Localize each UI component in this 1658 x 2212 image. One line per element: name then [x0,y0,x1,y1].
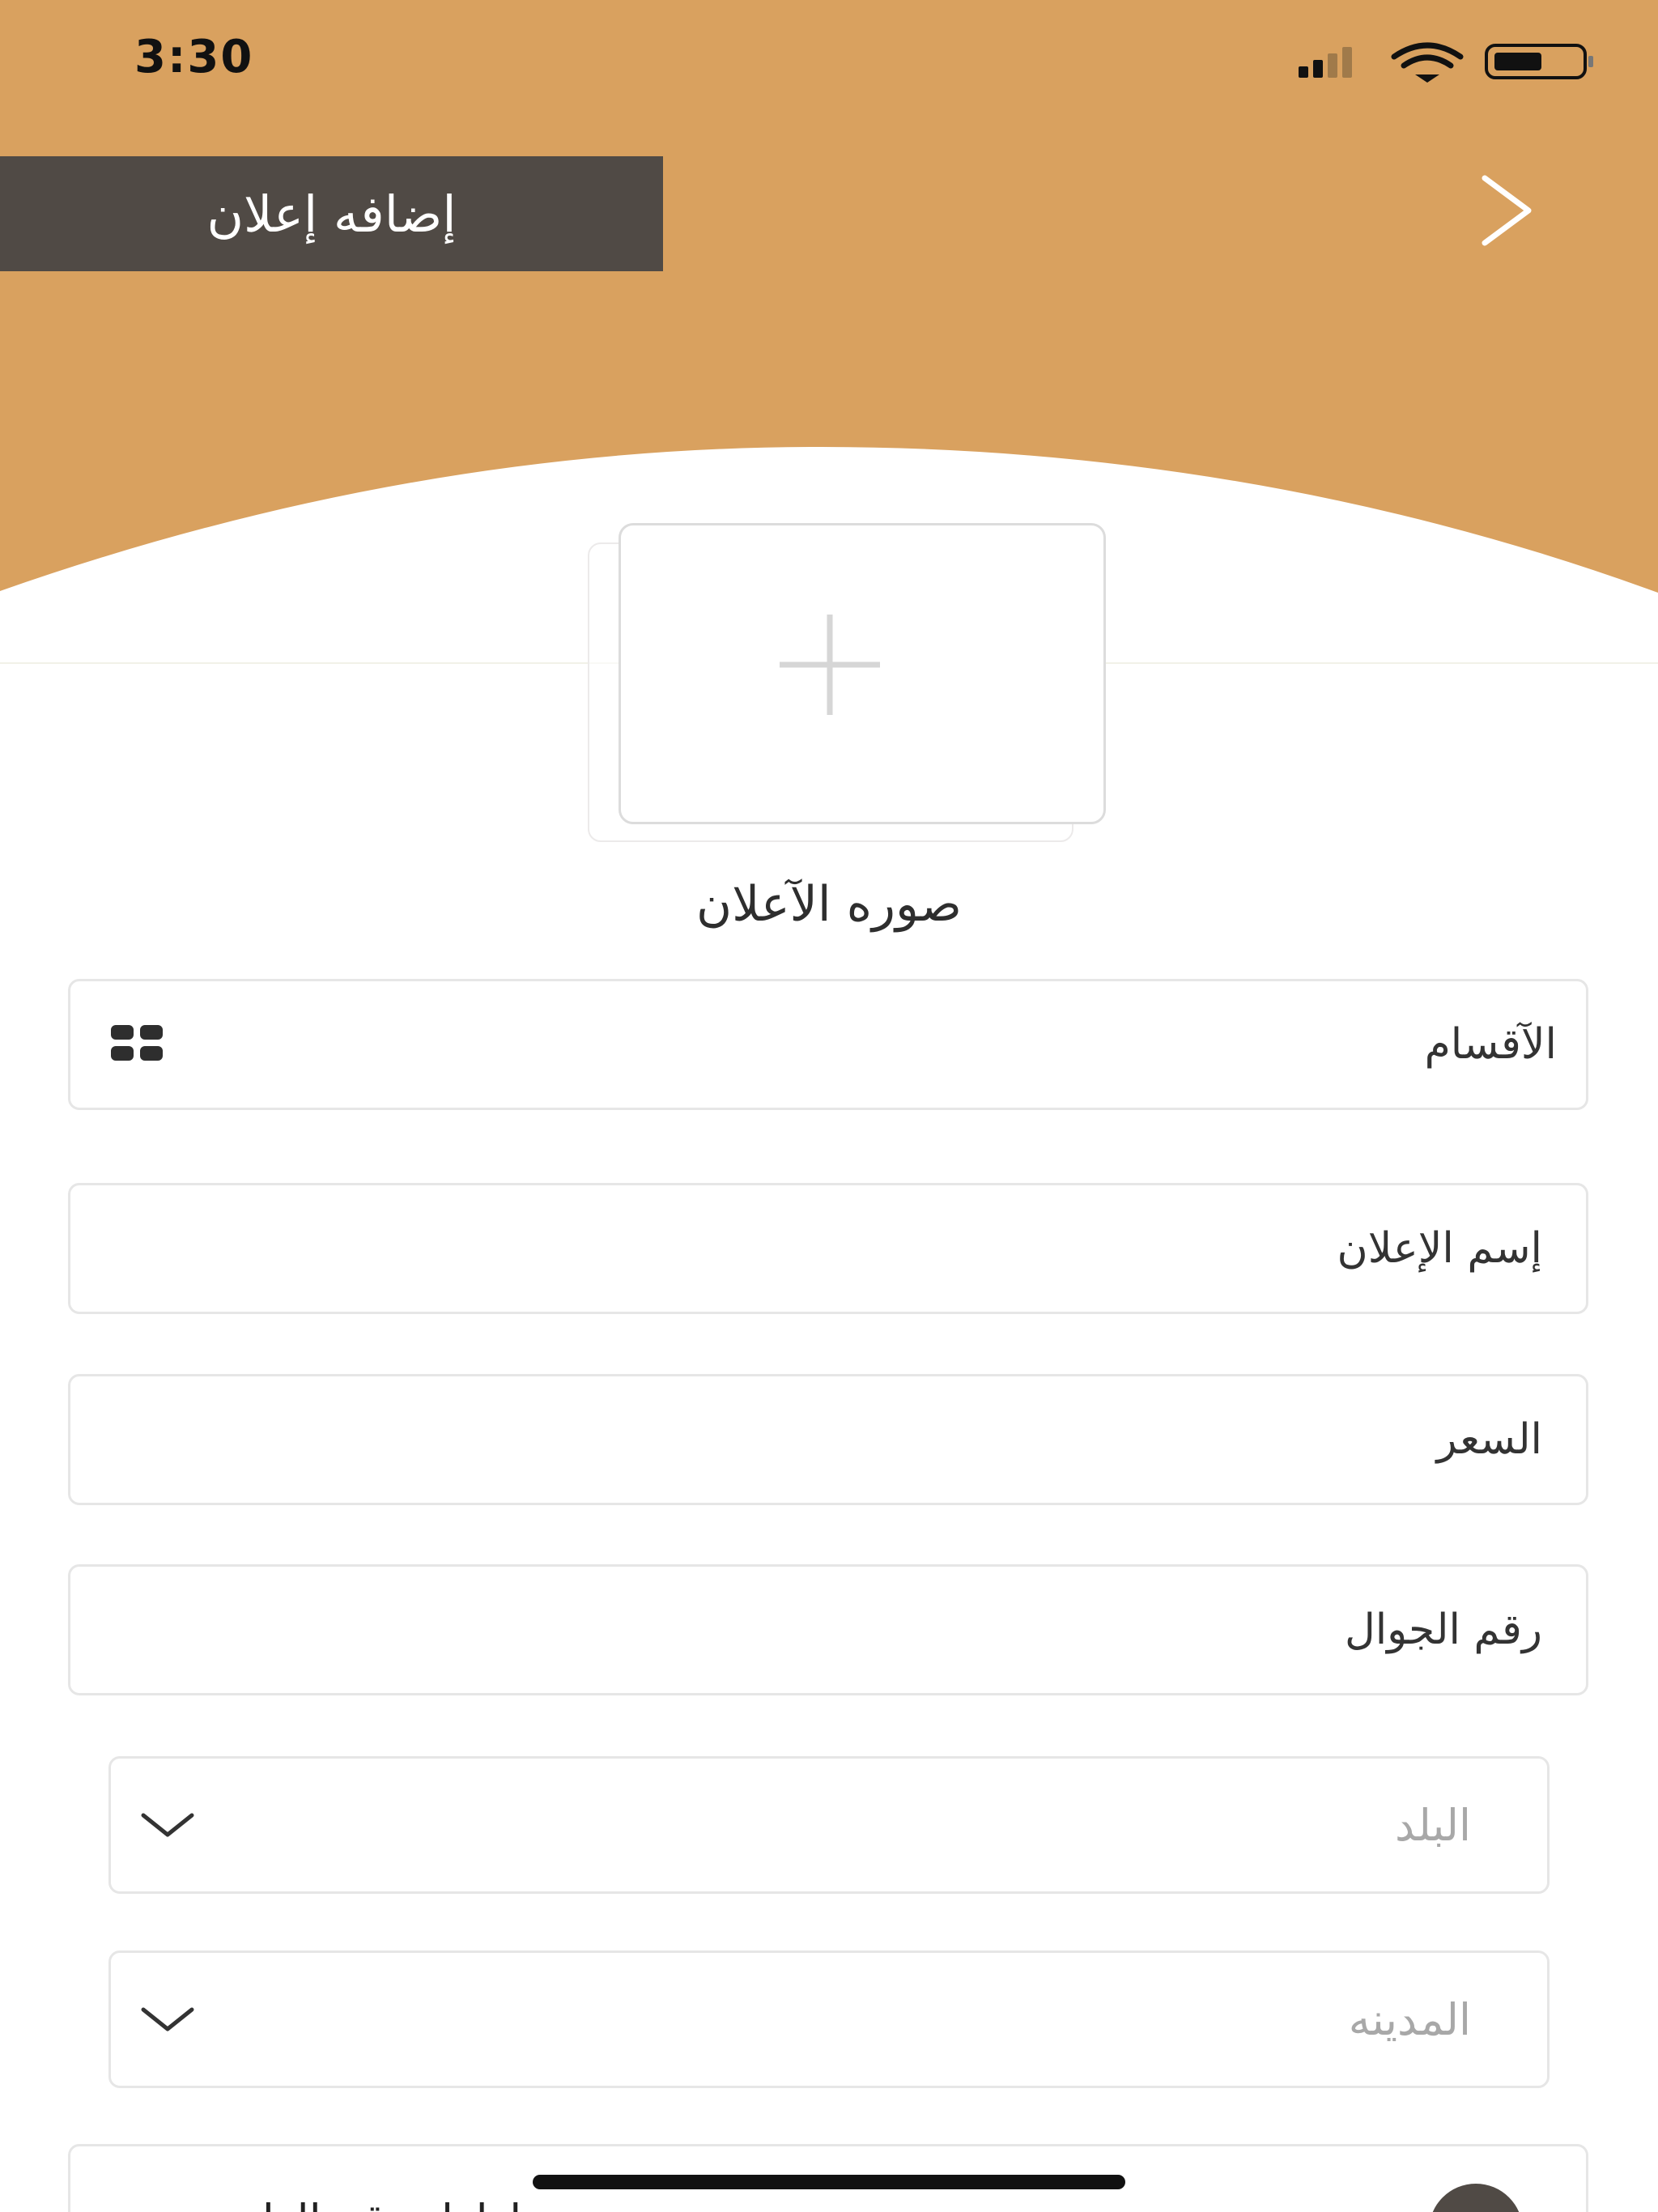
mobile-placeholder: رقم الجوال [1344,1606,1542,1654]
price-field[interactable]: السعر [68,1374,1588,1505]
back-button[interactable] [1467,172,1545,249]
show-phone-label: إظهار رقم الهاتف [205,2195,521,2212]
status-icons [1299,42,1593,83]
add-ad-screen: 3:30 إضافه إعلان صوره الآعلان الآقسام إس… [0,0,1658,2212]
mobile-field[interactable]: رقم الجوال [68,1564,1588,1695]
add-image-button[interactable] [619,523,1106,824]
ad-name-placeholder: إسم الإعلان [1337,1224,1543,1273]
battery-icon [1485,44,1593,79]
ad-name-field[interactable]: إسم الإعلان [68,1183,1588,1314]
wifi-icon [1391,42,1464,83]
category-field[interactable]: الآقسام [68,979,1588,1110]
show-phone-toggle[interactable] [1429,2184,1523,2212]
page-title: إضافه إعلان [0,156,663,271]
country-placeholder: البلد [1395,1799,1471,1851]
home-indicator [533,2175,1125,2189]
grid-icon [111,1025,163,1061]
city-select[interactable]: المدينه [108,1950,1550,2088]
country-select[interactable]: البلد [108,1756,1550,1894]
chevron-down-icon [141,1813,194,1837]
status-time: 3:30 [134,31,254,83]
city-placeholder: المدينه [1348,1993,1471,2045]
chevron-down-icon [141,2007,194,2031]
category-label: الآقسام [1424,1020,1557,1069]
signal-icon [1299,47,1352,78]
image-label: صوره الآعلان [696,876,962,933]
plus-icon [780,615,880,715]
price-placeholder: السعر [1436,1415,1542,1464]
